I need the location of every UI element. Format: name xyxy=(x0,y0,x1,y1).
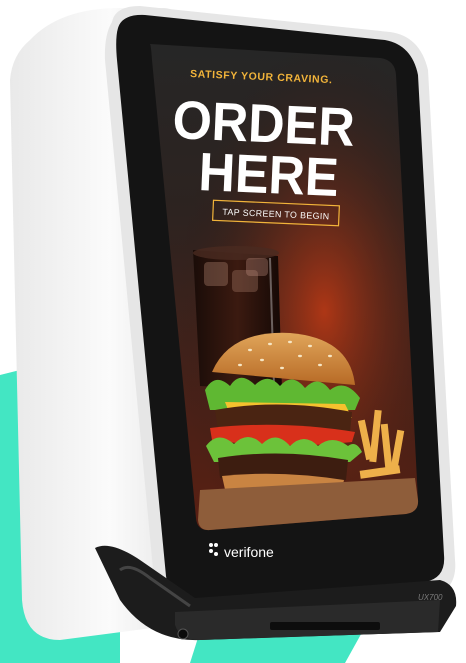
kiosk-photo: SATISFY YOUR CRAVING. ORDER HERE TAP SCR… xyxy=(0,0,466,663)
kiosk-illustration: SATISFY YOUR CRAVING. ORDER HERE TAP SCR… xyxy=(0,6,457,663)
audio-jack-icon xyxy=(177,628,189,640)
model-label: UX700 xyxy=(418,593,443,602)
kiosk-display: SATISFY YOUR CRAVING. ORDER HERE TAP SCR… xyxy=(150,44,419,531)
card-slot[interactable] xyxy=(270,622,380,630)
burger-image xyxy=(205,332,362,500)
brand-name: verifone xyxy=(224,544,274,560)
ad-headline-line2: HERE xyxy=(197,142,339,208)
